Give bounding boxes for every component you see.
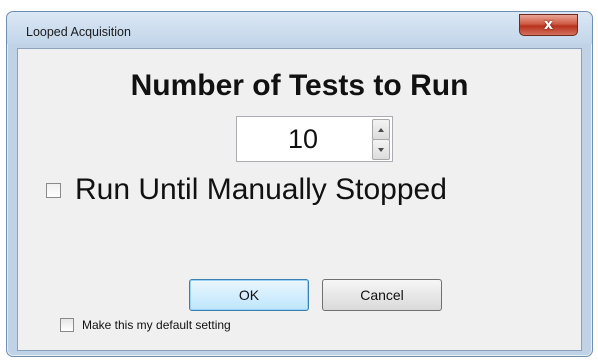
increment-button[interactable] <box>372 119 390 140</box>
title-bar[interactable]: Looped Acquisition x <box>7 12 592 44</box>
decrement-button[interactable] <box>372 139 390 160</box>
tests-heading: Number of Tests to Run <box>130 69 469 102</box>
dialog-content: Number of Tests to Run Run Until Manuall… <box>17 48 582 351</box>
tests-count-stepper[interactable] <box>236 116 393 162</box>
run-until-stopped-label[interactable]: Run Until Manually Stopped <box>75 173 447 207</box>
chevron-up-icon <box>378 127 384 132</box>
default-setting-checkbox[interactable] <box>60 318 74 332</box>
cancel-button[interactable]: Cancel <box>322 279 442 311</box>
dialog-window: Looped Acquisition x Number of Tests to … <box>6 11 593 357</box>
close-icon: x <box>543 17 554 33</box>
tests-count-input[interactable] <box>237 117 369 161</box>
chevron-down-icon <box>378 147 384 152</box>
run-until-stopped-checkbox[interactable] <box>46 182 61 198</box>
default-setting-label[interactable]: Make this my default setting <box>82 318 231 332</box>
run-until-stopped-row: Run Until Manually Stopped <box>46 173 447 207</box>
window-title: Looped Acquisition <box>26 25 131 39</box>
ok-button[interactable]: OK <box>189 279 309 311</box>
default-setting-row: Make this my default setting <box>60 318 231 332</box>
close-button[interactable]: x <box>519 14 578 36</box>
